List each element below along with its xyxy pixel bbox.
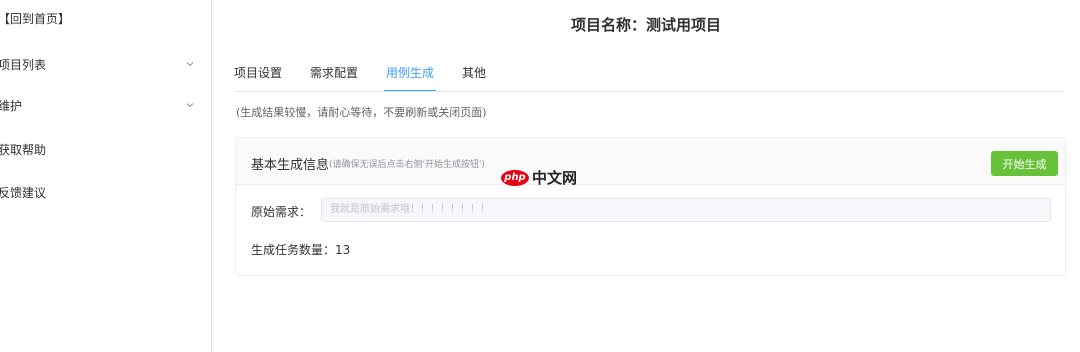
sidebar-item-help[interactable]: 获取帮助 <box>0 131 211 167</box>
card-note: (请确保无误后点击右侧'开始生成按钮') <box>329 160 485 170</box>
watermark-text: 中文网 <box>532 169 578 187</box>
requirement-input[interactable]: 我就是原始需求哦！！！！！！！！ <box>321 198 1051 222</box>
tab-requirement-config[interactable]: 需求配置 <box>310 64 358 92</box>
card-header: 基本生成信息 (请确保无误后点击右侧'开始生成按钮') php 中文网 开始生成 <box>236 138 1065 188</box>
sidebar-item-label: 【回到首页】 <box>0 11 71 26</box>
php-logo-icon: php <box>501 169 529 186</box>
sidebar-item-label: 维护 <box>0 98 23 113</box>
tab-other[interactable]: 其他 <box>462 64 486 92</box>
sidebar-item-feedback[interactable]: 反馈建议 <box>0 174 211 210</box>
sidebar-item-label: 反馈建议 <box>0 185 47 200</box>
start-generation-button[interactable]: 开始生成 <box>991 151 1058 176</box>
tab-bar: 项目设置 需求配置 用例生成 其他 <box>234 64 514 92</box>
sidebar-item-project-list[interactable]: 项目列表 <box>0 46 211 82</box>
php-cn-watermark: php 中文网 <box>501 167 577 188</box>
card-title: 基本生成信息 <box>251 158 330 173</box>
sidebar: 【回到首页】 项目列表 维护 获取帮助 反馈建议 <box>0 0 212 352</box>
tab-project-settings[interactable]: 项目设置 <box>234 64 282 92</box>
sidebar-item-label: 获取帮助 <box>0 142 47 157</box>
chevron-down-icon <box>185 100 195 110</box>
generation-card: 基本生成信息 (请确保无误后点击右侧'开始生成按钮') php 中文网 开始生成… <box>235 137 1066 276</box>
task-count-row: 生成任务数量：13 <box>251 241 350 258</box>
sidebar-item-maintenance[interactable]: 维护 <box>0 87 211 123</box>
task-count-label: 生成任务数量： <box>251 243 336 257</box>
task-count-value: 13 <box>335 243 351 257</box>
generation-hint: (生成结果较慢，请耐心等待，不要刷新或关闭页面) <box>236 106 487 119</box>
sidebar-item-home[interactable]: 【回到首页】 <box>0 0 211 36</box>
tab-divider <box>234 91 1064 92</box>
chevron-down-icon <box>185 59 195 69</box>
requirement-label: 原始需求： <box>251 205 312 219</box>
main-content: 项目名称：测试用项目 项目设置 需求配置 用例生成 其他 (生成结果较慢，请耐心… <box>212 0 1080 352</box>
page-title: 项目名称：测试用项目 <box>570 16 721 34</box>
sidebar-item-label: 项目列表 <box>0 57 47 72</box>
tab-case-generation[interactable]: 用例生成 <box>384 64 437 92</box>
